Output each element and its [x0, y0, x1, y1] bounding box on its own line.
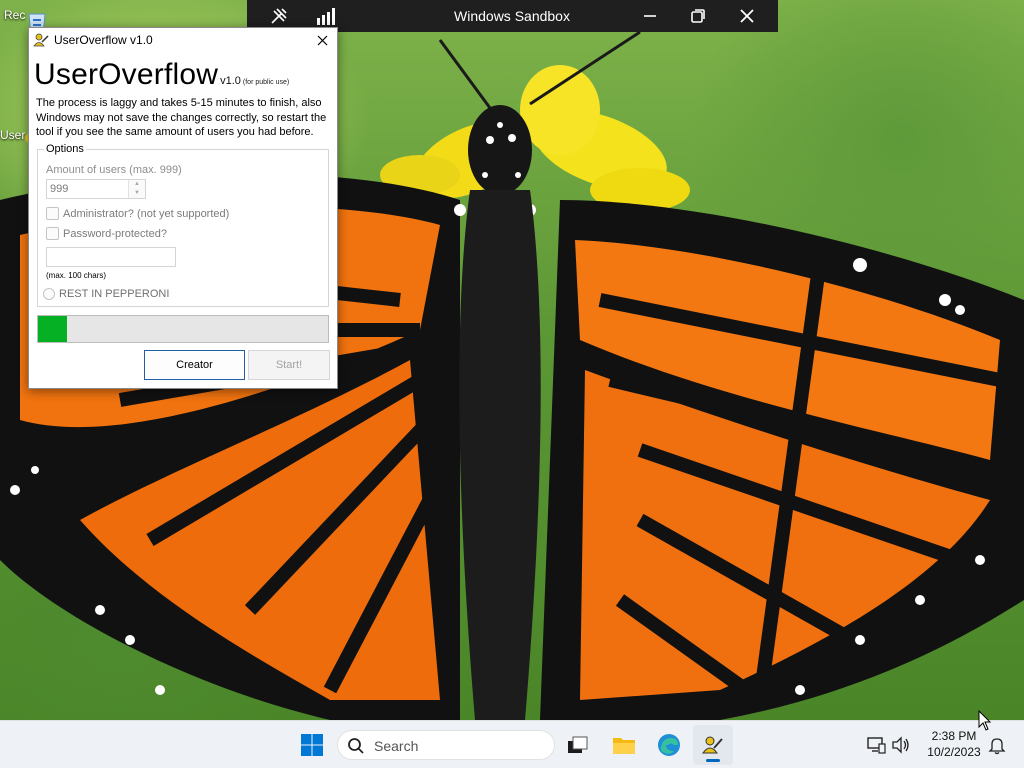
password-protected-label: Password-protected? — [63, 227, 167, 240]
useroverflow-taskbar-button[interactable] — [693, 725, 733, 765]
edge-icon — [658, 734, 680, 756]
edge-button[interactable] — [649, 725, 689, 765]
start-button-taskbar[interactable] — [292, 725, 332, 765]
file-explorer-button[interactable] — [604, 725, 644, 765]
task-view-button[interactable] — [558, 725, 598, 765]
search-icon — [348, 738, 364, 754]
password-protected-option[interactable]: Password-protected? — [46, 227, 167, 240]
public-use-note: (for public use) — [242, 79, 290, 86]
taskbar-clock[interactable]: 2:38 PM 10/2/2023 — [918, 728, 990, 760]
amount-of-users-value: 999 — [50, 183, 69, 195]
administrator-option[interactable]: Administrator? (not yet supported) — [46, 207, 229, 220]
notifications-icon[interactable] — [987, 735, 1007, 755]
active-app-indicator — [706, 759, 720, 762]
sandbox-close-button[interactable] — [724, 0, 770, 32]
rest-in-pepperoni-radio[interactable] — [43, 288, 55, 300]
useroverflow-window: UserOverflow v1.0 UserOverflow v1.0 (for p… — [28, 27, 338, 389]
password-field[interactable] — [46, 247, 176, 267]
sandbox-title: Windows Sandbox — [454, 8, 570, 24]
network-icon[interactable] — [866, 735, 886, 755]
window-close-button[interactable] — [307, 28, 337, 52]
administrator-label: Administrator? (not yet supported) — [63, 207, 230, 220]
butterfly-head — [468, 105, 532, 195]
max-chars-label: (max. 100 chars) — [46, 271, 107, 280]
useroverflow-icon — [702, 736, 723, 754]
search-placeholder: Search — [374, 738, 419, 754]
tools-icon — [271, 8, 287, 24]
rest-in-pepperoni-label: REST IN PEPPERONI — [59, 288, 170, 300]
start-icon — [301, 734, 323, 756]
butterfly-body — [459, 190, 541, 720]
clock-date: 10/2/2023 — [927, 745, 981, 759]
taskbar-search-box[interactable]: Search — [337, 730, 555, 760]
task-view-icon — [568, 736, 588, 753]
mouse-cursor-icon — [978, 710, 992, 731]
right-wing — [540, 200, 1024, 720]
close-icon — [740, 9, 754, 23]
taskbar: Search 2:38 PM 10/2/2023 — [0, 720, 1024, 768]
password-protected-checkbox[interactable] — [46, 227, 59, 240]
desktop-icon-recycle-bin[interactable]: Rec — [4, 8, 52, 37]
close-icon — [317, 35, 327, 45]
window-title: UserOverflow v1.0 — [54, 33, 153, 47]
creator-button[interactable]: Creator — [144, 350, 245, 380]
spinner-down-icon[interactable]: ▼ — [129, 189, 145, 198]
restore-icon — [691, 9, 705, 23]
sandbox-minimize-button[interactable] — [627, 0, 673, 32]
app-name-heading: UserOverflow — [34, 58, 219, 91]
app-description: The process is laggy and takes 5-15 minu… — [36, 97, 327, 138]
useroverflow-app-icon — [33, 33, 49, 47]
amount-of-users-label: Amount of users (max. 999) — [46, 164, 182, 176]
window-titlebar[interactable]: UserOverflow v1.0 — [29, 28, 337, 52]
file-explorer-icon — [613, 738, 635, 754]
progress-bar — [37, 315, 329, 343]
app-version: v1.0 — [220, 75, 241, 87]
spinner-up-icon[interactable]: ▲ — [129, 180, 145, 189]
sandbox-restore-button[interactable] — [675, 0, 721, 32]
volume-icon[interactable] — [891, 735, 911, 755]
minimize-icon — [644, 15, 656, 17]
spinner-arrows[interactable]: ▲ ▼ — [128, 180, 145, 198]
options-legend: Options — [44, 143, 86, 155]
amount-of-users-spinner[interactable]: 999 ▲ ▼ — [46, 179, 146, 199]
rest-in-pepperoni-option[interactable]: REST IN PEPPERONI — [43, 288, 169, 300]
app-heading: UserOverflow v1.0 (for public use) — [34, 58, 289, 92]
start-button[interactable]: Start! — [248, 350, 330, 380]
progress-fill — [38, 316, 67, 342]
administrator-checkbox[interactable] — [46, 207, 59, 220]
connection-bars-icon — [317, 8, 335, 25]
options-group: Options Amount of users (max. 999) 999 ▲… — [37, 143, 329, 307]
